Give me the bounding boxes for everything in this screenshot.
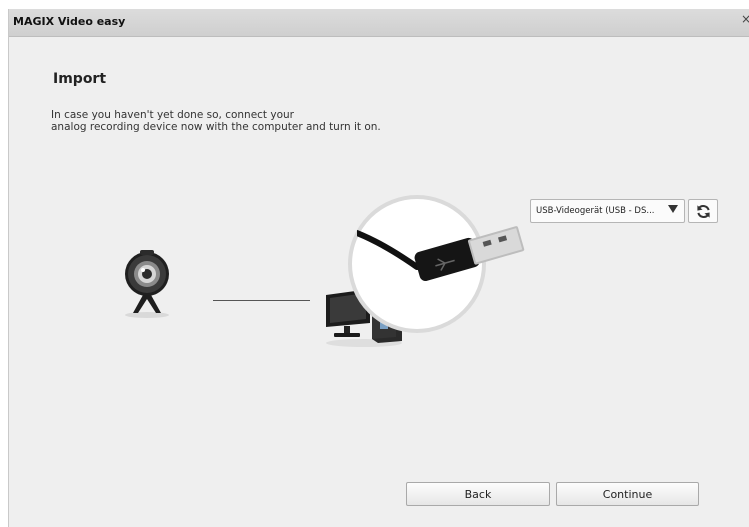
dropdown-arrow-icon (668, 205, 678, 213)
wizard-window: MAGIX Video easy Import In case you have… (8, 9, 749, 527)
usb-plug-icon (354, 205, 537, 339)
title-bar: MAGIX Video easy (9, 9, 749, 37)
refresh-button[interactable] (688, 199, 718, 223)
instruction-text: In case you haven't yet done so, connect… (51, 109, 511, 133)
webcam-icon (121, 249, 177, 325)
instruction-line-1: In case you haven't yet done so, connect… (51, 109, 294, 121)
device-select-value: USB-Videogerät (USB - DS... (536, 206, 655, 216)
continue-button[interactable]: Continue (556, 482, 699, 506)
device-select[interactable]: USB-Videogerät (USB - DS... (530, 199, 685, 223)
close-icon[interactable]: × (741, 12, 749, 26)
back-button[interactable]: Back (406, 482, 550, 506)
instruction-line-2: analog recording device now with the com… (51, 121, 381, 133)
window-title: MAGIX Video easy (13, 15, 126, 28)
refresh-icon (697, 205, 710, 218)
connection-line (213, 300, 310, 301)
page-heading: Import (53, 71, 107, 87)
